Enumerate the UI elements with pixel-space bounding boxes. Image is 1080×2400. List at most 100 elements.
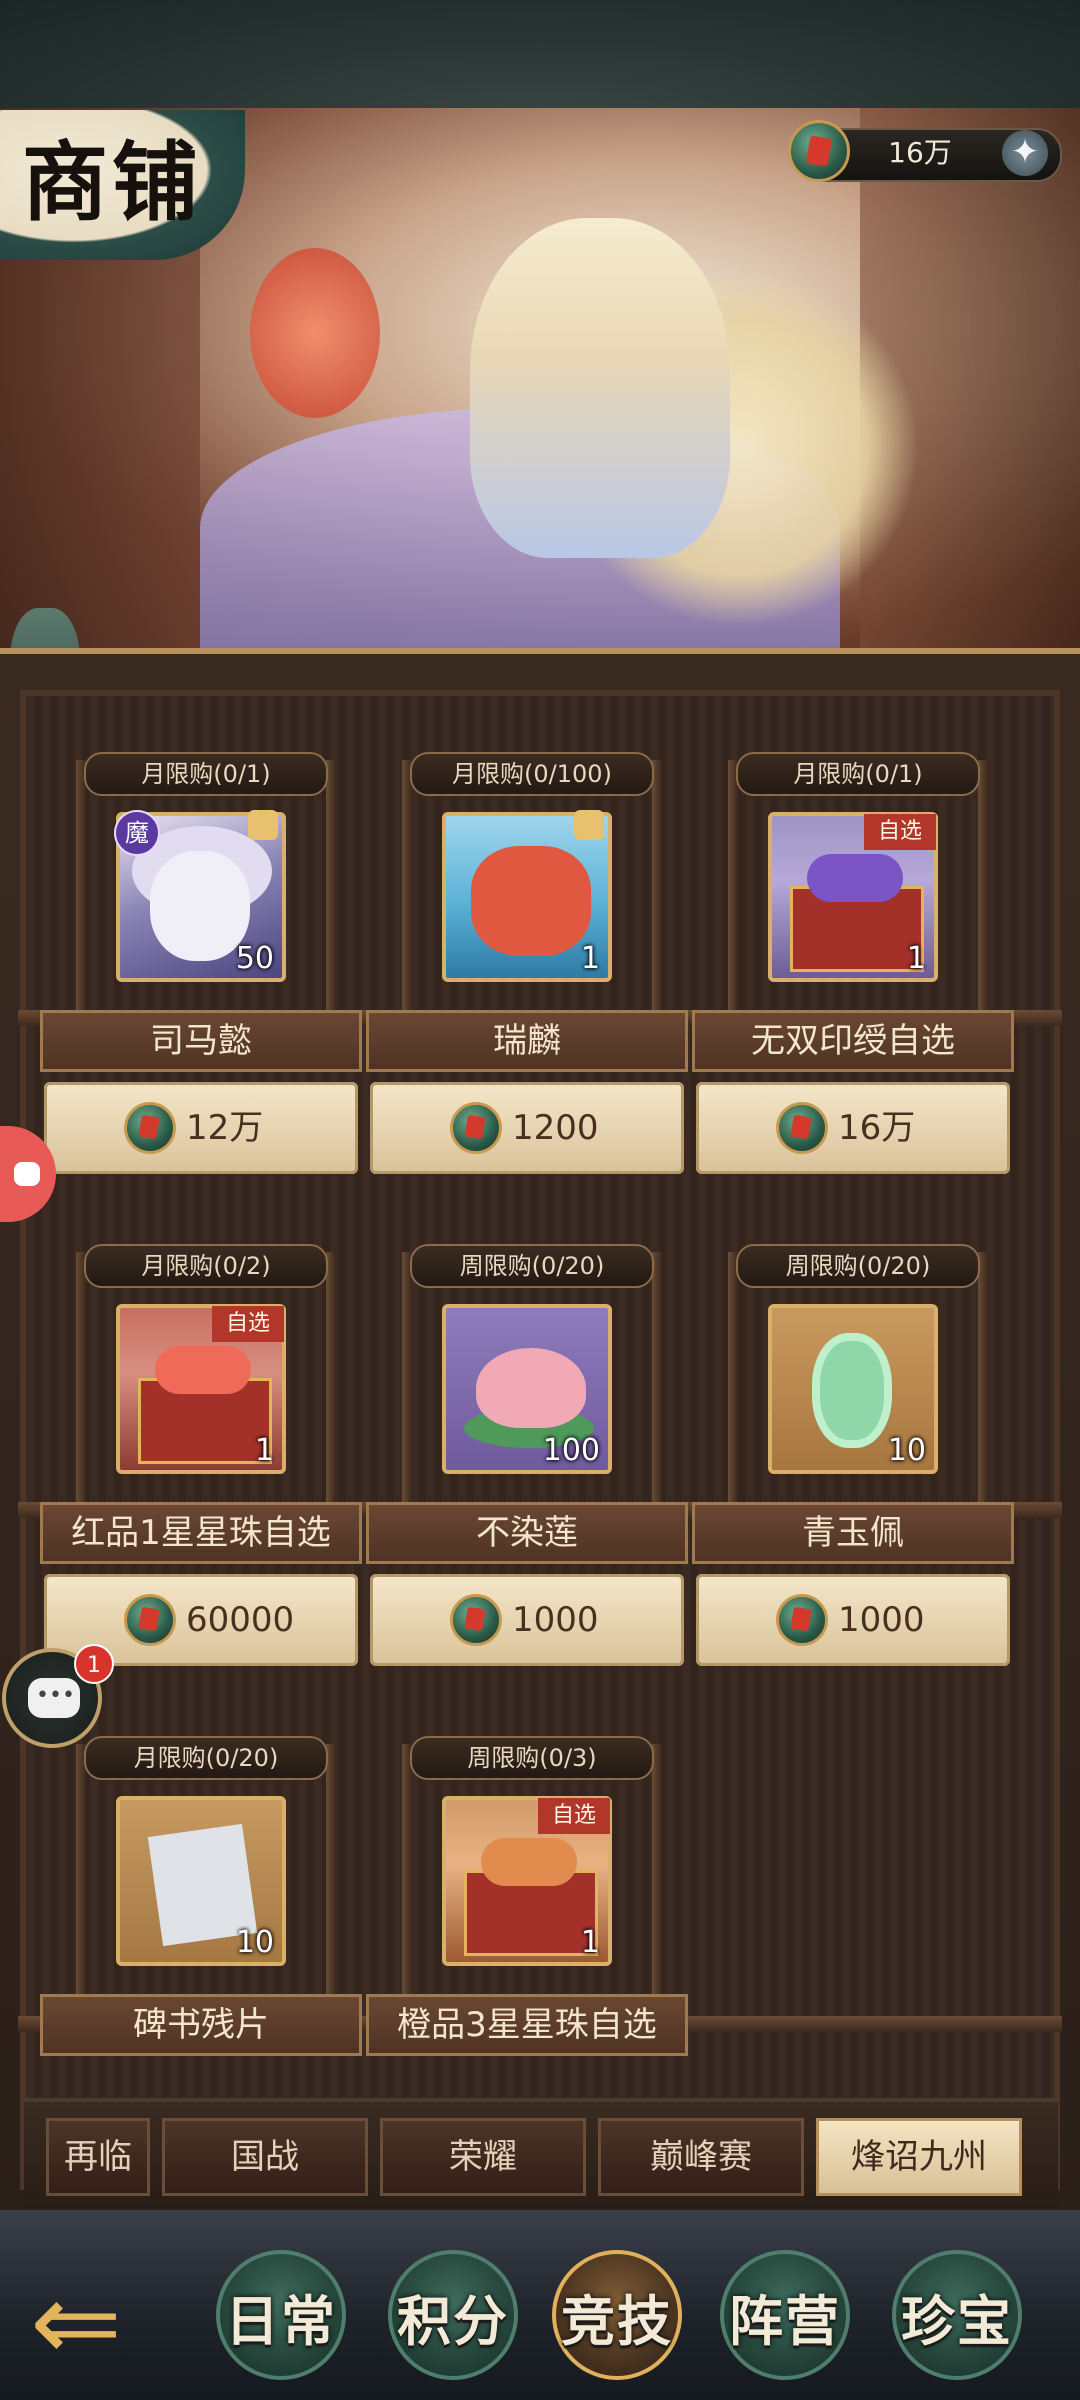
jade-token-icon — [450, 1594, 502, 1646]
tab-label: 积分 — [397, 2289, 509, 2353]
purchase-limit: 月限购(0/1) — [84, 752, 328, 796]
item-post — [728, 1252, 738, 1502]
tab-faction[interactable]: 阵营 — [700, 2236, 870, 2396]
purchase-limit: 月限购(0/100) — [410, 752, 654, 796]
shop-item[interactable]: 月限购(0/100) 1 瑞麟 1200 — [362, 752, 692, 1202]
buy-button[interactable]: 1000 — [370, 1574, 684, 1666]
subtab-guozhan[interactable]: 国战 — [162, 2118, 368, 2196]
item-price: 1000 — [838, 1600, 925, 1640]
item-name: 司马懿 — [40, 1010, 362, 1072]
subtab-dianfengsai[interactable]: 巅峰赛 — [598, 2118, 804, 2196]
subtab-rongyao[interactable]: 荣耀 — [380, 2118, 586, 2196]
page-title: 商铺 — [22, 132, 202, 233]
item-name: 橙品3星星珠自选 — [366, 1994, 688, 2056]
selectable-ribbon: 自选 — [538, 1798, 610, 1834]
item-price: 12万 — [186, 1108, 264, 1148]
item-price: 60000 — [186, 1600, 295, 1640]
hero-portrait-icon[interactable]: 魔 50 — [114, 810, 286, 982]
tab-daily[interactable]: 日常 — [196, 2236, 366, 2396]
gem-pile — [155, 1346, 251, 1394]
item-post — [76, 1252, 86, 1502]
item-post — [652, 1252, 662, 1502]
plus-icon: ✦ — [1010, 132, 1040, 172]
item-post — [402, 1744, 412, 1994]
tab-label: 竞技 — [561, 2289, 673, 2353]
subtab-zailin[interactable]: 再临 — [46, 2118, 150, 2196]
red-chest-icon[interactable]: 自选 1 — [116, 1304, 286, 1474]
item-name: 红品1星星珠自选 — [40, 1502, 362, 1564]
jade-pendant — [812, 1333, 892, 1448]
item-price: 16万 — [838, 1108, 916, 1148]
buy-button[interactable]: 1000 — [696, 1574, 1010, 1666]
jade-token-icon — [776, 1594, 828, 1646]
gem-pile — [481, 1838, 577, 1886]
jade-token-icon — [124, 1102, 176, 1154]
orange-chest-icon[interactable]: 自选 1 — [442, 1796, 612, 1966]
tab-label: 日常 — [225, 2289, 337, 2353]
gem-pile — [807, 854, 903, 902]
item-post — [76, 760, 86, 1010]
purchase-limit: 周限购(0/20) — [736, 1244, 980, 1288]
purple-chest-icon[interactable]: 自选 1 — [768, 812, 938, 982]
purchase-limit: 月限购(0/2) — [84, 1244, 328, 1288]
dragon-head — [471, 846, 591, 956]
purchase-limit: 月限购(0/20) — [84, 1736, 328, 1780]
item-quantity: 100 — [542, 1433, 600, 1468]
item-name: 瑞麟 — [366, 1010, 688, 1072]
item-price: 1200 — [512, 1108, 599, 1148]
buy-button[interactable]: 12万 — [44, 1082, 358, 1174]
dragon-mount-icon[interactable]: 1 — [442, 810, 612, 982]
lotus-icon[interactable]: 100 — [442, 1304, 612, 1474]
item-post — [652, 1744, 662, 1994]
puzzle-piece-icon — [574, 810, 604, 840]
jade-token-icon — [124, 1594, 176, 1646]
item-post — [402, 1252, 412, 1502]
item-name: 青玉佩 — [692, 1502, 1014, 1564]
selectable-ribbon: 自选 — [864, 814, 936, 850]
item-quantity: 1 — [254, 1433, 274, 1468]
item-name: 不染莲 — [366, 1502, 688, 1564]
item-quantity: 10 — [887, 1433, 926, 1468]
lotus-flower — [476, 1348, 586, 1428]
stone-fragment-icon[interactable]: 10 — [116, 1796, 286, 1966]
notification-badge: 1 — [74, 1644, 114, 1684]
tab-label: 阵营 — [729, 2289, 841, 2353]
jade-token-icon — [788, 120, 850, 182]
buy-button[interactable]: 1200 — [370, 1082, 684, 1174]
shop-item[interactable]: 周限购(0/20) 10 青玉佩 1000 — [688, 1244, 1018, 1694]
item-quantity: 1 — [580, 1925, 600, 1960]
top-decoration-band — [0, 0, 1080, 112]
ellipsis-icon: ••• — [36, 1683, 75, 1708]
tab-arena[interactable]: 竞技 — [532, 2236, 702, 2396]
item-post — [326, 760, 336, 1010]
tab-treasure[interactable]: 珍宝 — [872, 2236, 1042, 2396]
shop-item[interactable]: 月限购(0/1) 魔 50 司马懿 12万 — [36, 752, 366, 1202]
jade-pendant-icon[interactable]: 10 — [768, 1304, 938, 1474]
item-post — [76, 1744, 86, 1994]
shop-item[interactable]: 月限购(0/2) 自选 1 红品1星星珠自选 60000 — [36, 1244, 366, 1694]
subtab-fengzhaojiuzhou[interactable]: 烽诏九州 — [816, 2118, 1022, 2196]
purchase-limit: 周限购(0/3) — [410, 1736, 654, 1780]
add-currency-button[interactable]: ✦ — [1002, 130, 1048, 176]
item-quantity: 50 — [235, 941, 274, 976]
item-post — [978, 760, 988, 1010]
back-arrow-icon: ⇐ — [30, 2258, 123, 2386]
shop-item[interactable]: 周限购(0/20) 100 不染莲 1000 — [362, 1244, 692, 1694]
buy-button[interactable]: 16万 — [696, 1082, 1010, 1174]
item-quantity: 10 — [235, 1925, 274, 1960]
selectable-ribbon: 自选 — [212, 1306, 284, 1342]
item-post — [326, 1252, 336, 1502]
puzzle-piece-icon — [248, 810, 278, 840]
tab-label: 珍宝 — [901, 2289, 1013, 2353]
jade-token-icon — [450, 1102, 502, 1154]
item-post — [402, 760, 412, 1010]
banner-koi-fish — [250, 248, 380, 418]
item-quantity: 1 — [906, 941, 926, 976]
tab-points[interactable]: 积分 — [368, 2236, 538, 2396]
item-quantity: 1 — [580, 941, 600, 976]
faction-badge: 魔 — [114, 810, 160, 856]
purchase-limit: 月限购(0/1) — [736, 752, 980, 796]
currency-amount: 16万 — [888, 136, 952, 169]
shop-item[interactable]: 月限购(0/1) 自选 1 无双印绶自选 16万 — [688, 752, 1018, 1202]
item-post — [652, 760, 662, 1010]
